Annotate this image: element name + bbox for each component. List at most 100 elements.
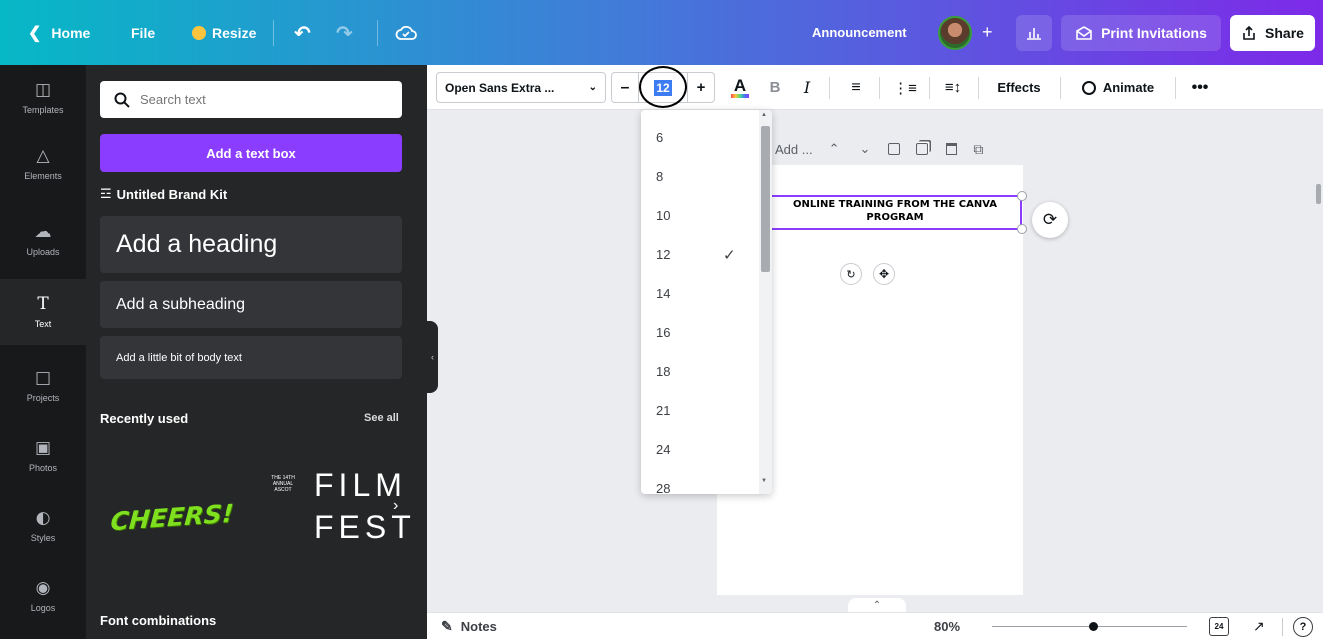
avatar[interactable] xyxy=(938,16,972,50)
cheers-text: CHEERS! xyxy=(109,498,236,536)
font-size-option[interactable]: 8 xyxy=(641,157,759,196)
rail-item-styles[interactable]: ◐ Styles xyxy=(0,493,86,559)
rail-item-uploads[interactable]: ☁ Uploads xyxy=(0,207,86,273)
design-title[interactable]: Announcement xyxy=(812,0,907,65)
notes-label: Notes xyxy=(460,619,497,634)
brand-kit-icon: ☲ xyxy=(100,187,112,202)
search-input[interactable] xyxy=(140,92,380,107)
divider xyxy=(377,20,378,46)
font-size-option[interactable]: 18 xyxy=(641,352,759,391)
rail-item-elements[interactable]: △ Elements xyxy=(0,131,86,197)
bottom-bar: ✎ Notes 80% 24 ↗ ? xyxy=(427,612,1323,639)
text-color-button[interactable]: A xyxy=(726,65,754,110)
add-page-icon[interactable]: ⧉ xyxy=(973,141,983,158)
add-text-box-button[interactable]: Add a text box xyxy=(100,134,402,172)
zoom-value[interactable]: 80% xyxy=(934,613,960,639)
undo-icon[interactable]: ↶ xyxy=(294,0,311,65)
align-center-icon[interactable]: ≡ xyxy=(841,65,871,110)
increase-font-size-button[interactable]: + xyxy=(687,72,715,103)
bold-button[interactable]: B xyxy=(763,65,787,110)
animate-button[interactable]: Animate xyxy=(1071,65,1165,110)
film-fest-template[interactable]: THE 14TH ANNUAL ASCOT FILM FEST xyxy=(256,465,411,585)
effects-button[interactable]: Effects xyxy=(987,65,1051,110)
font-size-option[interactable]: 14 xyxy=(641,274,759,313)
font-size-option-label: 18 xyxy=(656,364,671,379)
scroll-up-arrow-icon[interactable]: ▲ xyxy=(761,112,767,118)
chevron-down-icon[interactable]: ⌄ xyxy=(859,141,870,157)
search-icon xyxy=(114,92,130,108)
duplicate-icon[interactable] xyxy=(916,143,929,155)
share-button[interactable]: Share xyxy=(1230,15,1315,51)
font-size-option-label: 21 xyxy=(656,403,671,418)
palette-icon: ◐ xyxy=(35,507,51,528)
font-family-select[interactable]: Open Sans Extra ... ⌄ xyxy=(436,72,606,103)
resize-button[interactable]: Resize xyxy=(192,0,256,65)
help-icon[interactable]: ? xyxy=(1293,617,1313,637)
add-collaborator-icon[interactable]: + xyxy=(982,0,993,65)
font-size-option[interactable]: 21 xyxy=(641,391,759,430)
italic-button[interactable]: I xyxy=(795,65,819,110)
font-size-option[interactable]: 6 xyxy=(641,118,759,157)
rail-item-text[interactable]: T Text xyxy=(0,279,86,345)
animate-label: Animate xyxy=(1102,80,1155,95)
rail-item-templates[interactable]: ◫ Templates xyxy=(0,65,86,131)
redo-icon[interactable]: ↷ xyxy=(336,0,353,65)
divider xyxy=(1060,77,1061,99)
resize-handle[interactable] xyxy=(1017,191,1027,201)
film-fest-line2: FEST xyxy=(314,509,416,545)
canvas-scrollbar[interactable] xyxy=(1313,110,1323,610)
scroll-down-arrow-icon[interactable]: ▼ xyxy=(761,478,767,484)
decrease-font-size-button[interactable]: – xyxy=(611,72,639,103)
rotate-refresh-icon[interactable]: ⟳ xyxy=(1032,202,1068,238)
font-size-option-selected[interactable]: 12 ✓ xyxy=(641,235,759,274)
rail-item-logos[interactable]: ◉ Logos xyxy=(0,563,86,629)
next-arrow-icon[interactable]: › xyxy=(393,497,398,515)
see-all-link[interactable]: See all xyxy=(364,412,399,424)
rail-label: Logos xyxy=(30,602,56,613)
delete-icon[interactable] xyxy=(946,143,958,155)
home-button[interactable]: ❮ Home xyxy=(28,0,90,65)
collapse-panel-handle[interactable]: ‹ xyxy=(427,321,438,393)
add-subheading-button[interactable]: Add a subheading xyxy=(100,281,402,328)
rotate-icon[interactable]: ↻ xyxy=(840,263,862,285)
chevron-up-icon[interactable]: ⌃ xyxy=(829,141,840,157)
font-size-option[interactable]: 28 xyxy=(641,469,759,494)
move-icon[interactable]: ✥ xyxy=(873,263,895,285)
resize-handle[interactable] xyxy=(1017,224,1027,234)
selected-text-box[interactable]: ONLINE TRAINING FROM THE CANVA PROGRAM xyxy=(768,195,1022,230)
rail-item-projects[interactable]: □ Projects xyxy=(0,353,86,419)
notes-button[interactable]: ✎ Notes xyxy=(441,613,497,639)
font-size-option[interactable]: 10 xyxy=(641,196,759,235)
page-title-field[interactable]: Add ... xyxy=(775,142,813,157)
insights-button[interactable] xyxy=(1016,15,1052,51)
cloud-saved-icon[interactable] xyxy=(395,0,417,65)
brand-kit-row[interactable]: ☲ Untitled Brand Kit xyxy=(100,187,227,202)
font-size-dropdown: 6 8 10 12 ✓ 14 16 18 21 24 28 ▲ ▼ xyxy=(641,110,772,494)
font-size-option-label: 14 xyxy=(656,286,671,301)
checkmark-icon: ✓ xyxy=(723,246,736,264)
add-heading-button[interactable]: Add a heading xyxy=(100,216,402,273)
scrollbar-thumb[interactable] xyxy=(761,126,770,272)
chevron-down-icon: ⌄ xyxy=(588,82,597,93)
file-menu-button[interactable]: File xyxy=(131,0,155,65)
add-body-text-button[interactable]: Add a little bit of body text xyxy=(100,336,402,379)
search-box[interactable] xyxy=(100,81,402,118)
cheers-template[interactable]: CHEERS! xyxy=(100,447,245,587)
film-fest-subtitle: THE 14TH ANNUAL ASCOT xyxy=(271,475,295,493)
font-size-option[interactable]: 16 xyxy=(641,313,759,352)
font-size-option-label: 12 xyxy=(656,247,671,262)
more-options-icon[interactable]: ••• xyxy=(1185,65,1215,110)
zoom-slider-handle[interactable] xyxy=(1089,622,1098,631)
lock-icon[interactable] xyxy=(888,143,901,155)
show-pages-toggle-icon[interactable]: ⌃ xyxy=(848,598,906,612)
rail-item-photos[interactable]: ▣ Photos xyxy=(0,423,86,489)
dropdown-scrollbar[interactable]: ▲ ▼ xyxy=(759,110,772,494)
list-icon[interactable]: ⋮≡ xyxy=(890,65,920,110)
scrollbar-thumb[interactable] xyxy=(1316,184,1321,204)
divider xyxy=(978,77,979,99)
spacing-icon[interactable]: ≡↕ xyxy=(938,65,968,110)
font-size-option[interactable]: 24 xyxy=(641,430,759,469)
print-invitations-button[interactable]: Print Invitations xyxy=(1061,15,1221,51)
page-count-button[interactable]: 24 xyxy=(1209,617,1229,636)
fullscreen-icon[interactable]: ↗ xyxy=(1253,613,1265,639)
